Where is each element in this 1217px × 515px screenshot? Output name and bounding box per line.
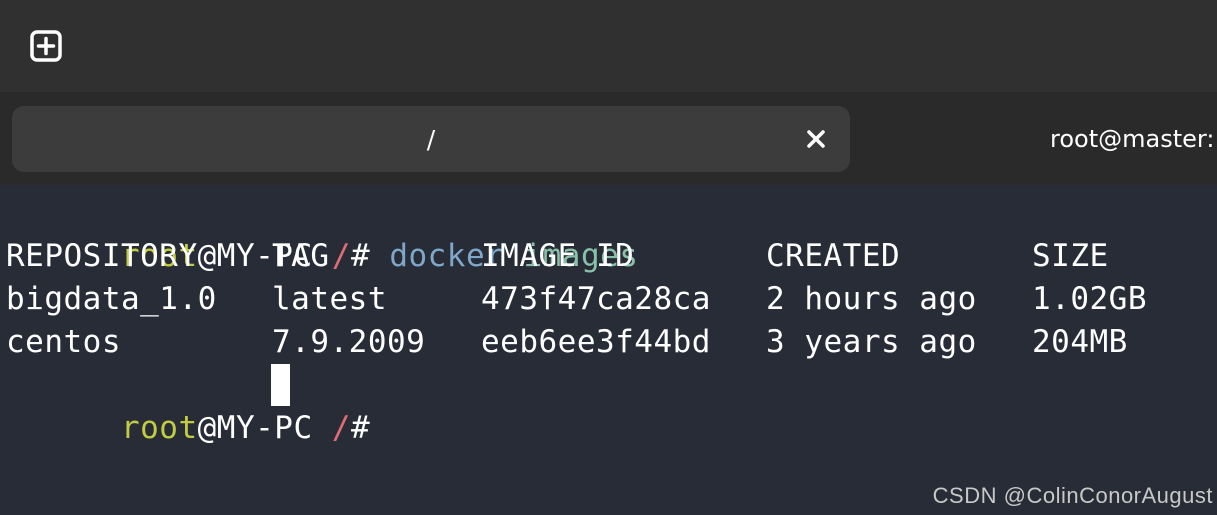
cell-image-id: eeb6ee3f44bd (481, 324, 711, 360)
title-bar (0, 0, 1217, 92)
terminal-output[interactable]: root@MY-PC /# docker images REPOSITORY T… (0, 185, 1217, 515)
table-row: centos 7.9.2009 eeb6ee3f44bd 3 years ago… (6, 321, 1206, 364)
table-header-row: REPOSITORY TAG IMAGE ID CREATED SIZE (6, 235, 1206, 278)
close-icon (807, 130, 825, 148)
cell-repository: bigdata_1.0 (6, 281, 217, 317)
header-size: SIZE (1032, 238, 1109, 274)
cell-created: 2 hours ago (766, 281, 977, 317)
terminal-window: / root@master: root@MY-PC /# docker imag… (0, 0, 1217, 515)
tab-label: / (426, 124, 436, 154)
plus-square-icon (30, 30, 62, 62)
tab-root-path[interactable]: / (12, 106, 850, 172)
prompt-host: @MY-PC (197, 410, 313, 446)
cell-repository: centos (6, 324, 121, 360)
header-tag: TAG (272, 238, 330, 274)
tab-bar: / root@master: (0, 92, 1217, 185)
cell-image-id: 473f47ca28ca (481, 281, 711, 317)
header-image-id: IMAGE ID (481, 238, 635, 274)
prompt-path: / (331, 410, 351, 446)
table-row: bigdata_1.0 latest 473f47ca28ca 2 hours … (6, 278, 1206, 321)
new-tab-button[interactable] (28, 28, 64, 64)
tab-root-master[interactable]: root@master: (1040, 106, 1217, 172)
prompt-user: root (120, 410, 198, 446)
prompt-line: root@MY-PC /# (6, 364, 406, 446)
cell-created: 3 years ago (766, 324, 977, 360)
cell-tag: latest (272, 281, 387, 317)
header-created: CREATED (766, 238, 901, 274)
command-line: root@MY-PC /# docker images (6, 192, 638, 274)
text-cursor (271, 364, 290, 406)
tab-close-button[interactable] (803, 126, 829, 152)
prompt-symbol: # (350, 410, 371, 446)
watermark: CSDN @ColinConorAugust (932, 483, 1213, 508)
cell-size: 204MB (1032, 324, 1128, 360)
cell-tag: 7.9.2009 (272, 324, 426, 360)
header-repository: REPOSITORY (6, 238, 198, 274)
cell-size: 1.02GB (1032, 281, 1147, 317)
